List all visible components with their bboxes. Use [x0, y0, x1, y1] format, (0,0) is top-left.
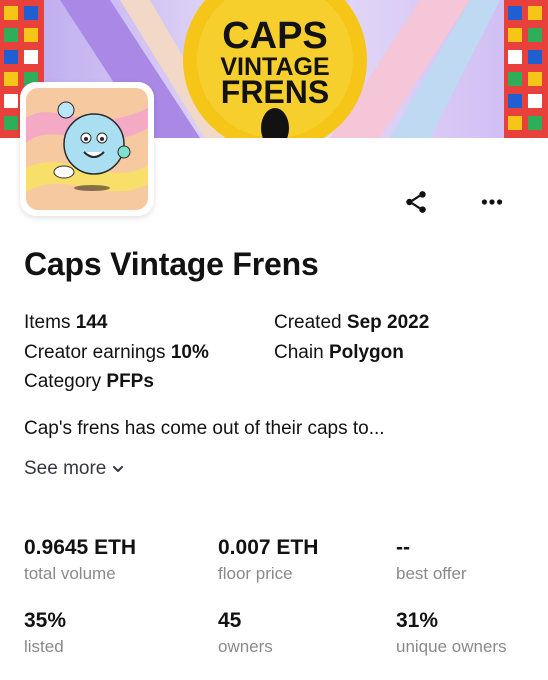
collection-actions: [400, 186, 508, 218]
stat-label: total volume: [24, 564, 116, 583]
avatar-image: [26, 88, 148, 210]
meta-creator-earnings: Creator earnings 10%: [24, 342, 209, 364]
meta-earnings-label: Creator earnings: [24, 342, 166, 363]
collection-avatar[interactable]: [20, 82, 154, 216]
meta-category-value[interactable]: PFPs: [106, 371, 154, 392]
stat-value: 0.007 ETH: [218, 536, 319, 559]
banner-line-3: FRENS: [221, 74, 329, 110]
meta-chain-label: Chain: [274, 342, 324, 363]
banner-line-1: CAPS: [222, 15, 328, 57]
stat-floor-price: 0.007 ETH floor price: [218, 536, 318, 584]
meta-category: Category PFPs: [24, 371, 154, 393]
more-horizontal-icon: [481, 199, 503, 205]
share-icon: [406, 191, 426, 213]
see-more-button[interactable]: See more: [24, 458, 124, 480]
collection-description: Cap's frens has come out of their caps t…: [24, 418, 385, 439]
meta-created: Created Sep 2022: [274, 312, 429, 334]
right-tile-pattern: [504, 0, 548, 138]
meta-created-value: Sep 2022: [346, 312, 430, 333]
meta-items-value: 144: [75, 312, 108, 333]
stat-label: owners: [218, 637, 273, 656]
stat-best-offer: -- best offer: [396, 536, 467, 584]
meta-earnings-value: 10%: [170, 342, 209, 363]
meta-category-label: Category: [24, 371, 102, 392]
stat-value: 0.9645 ETH: [24, 536, 137, 559]
chevron-down-icon: [113, 466, 124, 472]
more-options-button[interactable]: [476, 186, 508, 218]
stat-value: 35%: [24, 609, 67, 632]
stat-label: floor price: [218, 564, 293, 583]
stat-unique-owners: 31% unique owners: [396, 609, 507, 657]
stat-value: --: [396, 536, 410, 559]
see-more-label: See more: [24, 458, 107, 479]
stat-value: 45: [218, 609, 242, 632]
stat-owners: 45 owners: [218, 609, 273, 657]
meta-items: Items 144: [24, 312, 107, 334]
meta-chain: Chain Polygon: [274, 342, 404, 364]
stat-listed: 35% listed: [24, 609, 66, 657]
collection-title: Caps Vintage Frens: [24, 246, 319, 282]
meta-created-label: Created: [274, 312, 342, 333]
share-button[interactable]: [400, 186, 432, 218]
stat-label: best offer: [396, 564, 467, 583]
stat-total-volume: 0.9645 ETH total volume: [24, 536, 136, 584]
meta-chain-value[interactable]: Polygon: [329, 342, 404, 363]
stat-label: unique owners: [396, 637, 507, 656]
stat-label: listed: [24, 637, 64, 656]
meta-items-label: Items: [24, 312, 71, 333]
stat-value: 31%: [396, 609, 439, 632]
